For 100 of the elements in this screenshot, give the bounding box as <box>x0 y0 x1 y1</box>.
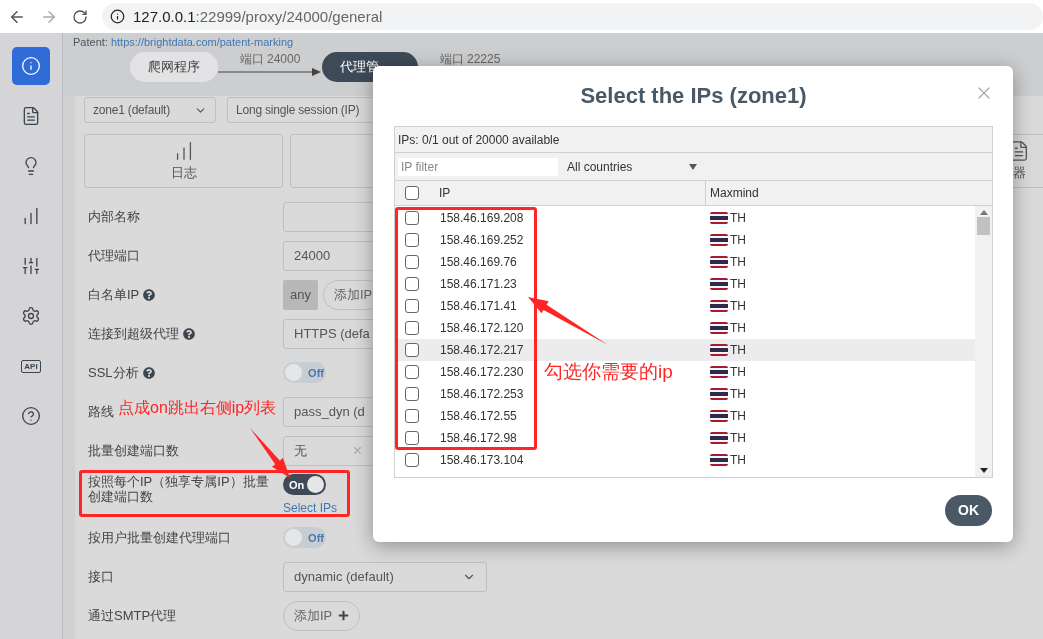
country-cell: TH <box>730 453 746 467</box>
select-field[interactable]: zone1 (default) <box>84 97 216 123</box>
scroll-down-icon[interactable] <box>979 468 988 473</box>
checkbox[interactable] <box>405 431 419 445</box>
checkbox[interactable] <box>405 387 419 401</box>
flag-icon <box>710 212 728 224</box>
checkbox[interactable] <box>405 365 419 379</box>
flag-icon <box>710 300 728 312</box>
country-cell: TH <box>730 387 746 401</box>
scroll-up-icon[interactable] <box>979 210 988 215</box>
tag: any <box>283 279 318 310</box>
country-cell: TH <box>730 299 746 313</box>
field-label: 路线 <box>88 404 114 419</box>
field-label: 接口 <box>88 569 114 584</box>
port-label: 端口 22225 <box>439 50 501 68</box>
help-icon[interactable] <box>143 288 156 301</box>
url-text: 127.0.0.1:22999/proxy/24000/general <box>133 8 383 25</box>
checkbox[interactable] <box>405 343 419 357</box>
step-tab[interactable]: 爬网程序 <box>130 52 218 82</box>
annotation-text: 点成on跳出右侧ip列表 <box>118 398 277 418</box>
caret-icon <box>689 163 697 170</box>
toggle-switch[interactable]: On <box>283 474 326 495</box>
reload-button[interactable] <box>72 8 88 25</box>
field-label: 按照每个IP（独享专属IP）批量创建端口数 <box>88 474 270 504</box>
column-header: Maxmind <box>710 186 759 200</box>
country-cell: TH <box>730 343 746 357</box>
ip-cell: 158.46.169.252 <box>440 233 524 247</box>
flag-icon <box>710 278 728 290</box>
field-label: 白名单IP <box>88 287 140 302</box>
patent-text: Patent: https://brightdata.com/patent-marking <box>73 36 295 48</box>
country-cell: TH <box>730 211 746 225</box>
toggle-switch[interactable]: Off <box>283 362 326 383</box>
checkbox[interactable] <box>405 299 419 313</box>
field-label: 批量创建端口数 <box>88 443 179 458</box>
checkbox[interactable] <box>405 211 419 225</box>
country-cell: TH <box>730 233 746 247</box>
help-icon[interactable] <box>183 327 195 340</box>
ip-cell: 158.46.171.23 <box>440 277 517 291</box>
annotation-text: 勾选你需要的ip <box>544 360 673 384</box>
sidebar-item[interactable]: API <box>12 347 50 385</box>
ip-cell: 158.46.172.253 <box>440 387 524 401</box>
nav-card[interactable]: 日志 <box>84 134 283 188</box>
checkbox[interactable] <box>405 321 419 335</box>
ip-cell: 158.46.171.41 <box>440 299 517 313</box>
checkbox[interactable] <box>405 233 419 247</box>
plus-icon <box>338 610 350 621</box>
flag-icon <box>710 234 728 246</box>
ip-cell: 158.46.172.120 <box>440 321 524 335</box>
ip-cell: 158.46.172.217 <box>440 343 524 357</box>
country-cell: TH <box>730 431 746 445</box>
column-header: IP <box>439 186 451 200</box>
flag-icon <box>710 322 728 334</box>
ok-button[interactable]: OK <box>945 494 992 526</box>
address-bar[interactable]: 127.0.0.1:22999/proxy/24000/general <box>102 3 1043 30</box>
ip-cell: 158.46.172.230 <box>440 365 524 379</box>
ip-cell: 158.46.169.76 <box>440 255 517 269</box>
ip-cell: 158.46.172.98 <box>440 431 517 445</box>
ip-cell: 158.46.173.104 <box>440 453 524 467</box>
toggle-switch[interactable]: Off <box>283 527 326 548</box>
flag-icon <box>710 410 728 422</box>
info-icon <box>21 56 41 76</box>
sidebar-item[interactable] <box>12 47 50 85</box>
scroll-thumb[interactable] <box>977 217 990 235</box>
checkbox[interactable] <box>405 255 419 269</box>
checkbox[interactable] <box>405 277 419 291</box>
settings-icon <box>21 306 41 326</box>
field-label: 连接到超级代理 <box>88 326 179 341</box>
country-cell: TH <box>730 255 746 269</box>
checkbox[interactable] <box>405 409 419 423</box>
flag-icon <box>710 344 728 356</box>
help-icon[interactable] <box>142 366 155 379</box>
dialog-title: Select the IPs (zone1) <box>579 82 808 110</box>
patent-link[interactable]: https://brightdata.com/patent-marking <box>110 36 294 48</box>
select-ips-link[interactable]: Select IPs <box>283 501 338 515</box>
checkbox[interactable] <box>405 453 419 467</box>
ip-cell: 158.46.169.208 <box>440 211 524 225</box>
country-cell: TH <box>730 365 746 379</box>
field-label: 按用户批量创建代理端口 <box>88 530 231 545</box>
field-label: 内部名称 <box>88 209 140 224</box>
summary-text: IPs: 0/1 out of 20000 available <box>395 127 992 153</box>
help-icon <box>21 406 41 426</box>
info-icon <box>110 9 125 24</box>
checkbox[interactable] <box>405 186 419 200</box>
country-cell: TH <box>730 321 746 335</box>
country-cell: TH <box>730 409 746 423</box>
flag-icon <box>710 388 728 400</box>
sliders-icon <box>21 256 41 276</box>
country-select[interactable]: All countries <box>567 159 697 174</box>
flag-icon <box>710 454 728 466</box>
field-label: 代理端口 <box>88 248 140 263</box>
select-field[interactable]: dynamic (default) <box>283 561 487 592</box>
port-label: 端口 24000 <box>239 50 301 68</box>
field-label: 通过SMTP代理 <box>88 608 177 623</box>
flag-icon <box>710 366 728 378</box>
ip-filter-field[interactable]: IP filter <box>398 157 558 176</box>
ip-cell: 158.46.172.55 <box>440 409 517 423</box>
country-cell: TH <box>730 277 746 291</box>
scrollbar[interactable] <box>975 206 992 477</box>
flag-icon <box>710 432 728 444</box>
flag-icon <box>710 256 728 268</box>
